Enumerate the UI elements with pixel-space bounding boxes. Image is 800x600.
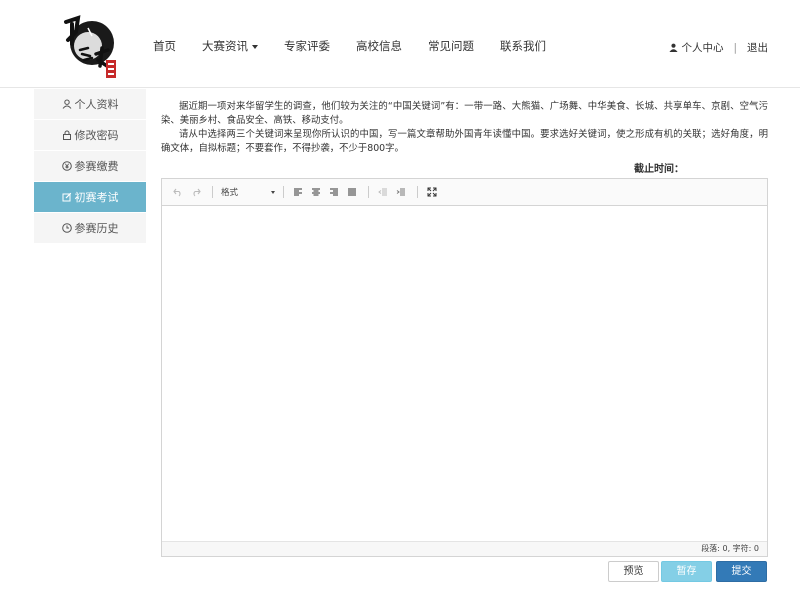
edit-icon (62, 192, 71, 202)
editor-status-bar: 段落: 0, 字符: 0 (162, 541, 767, 556)
nav-faq[interactable]: 常见问题 (428, 38, 474, 54)
nav-contact[interactable]: 联系我们 (500, 38, 546, 54)
main-nav: 首页 大赛资讯 专家评委 高校信息 常见问题 联系我们 (140, 38, 559, 54)
sidebar-item-profile[interactable]: 个人资料 (34, 89, 146, 120)
align-justify-icon[interactable] (344, 184, 360, 200)
fullscreen-icon[interactable] (424, 184, 440, 200)
align-center-icon[interactable] (308, 184, 324, 200)
sidebar-item-label: 初赛考试 (74, 190, 119, 204)
toolbar-divider (283, 186, 284, 198)
deadline-label: 截止时间： (634, 164, 684, 175)
format-select[interactable]: 格式 (219, 184, 277, 200)
editor-toolbar: 格式 (162, 179, 767, 206)
undo-icon[interactable] (170, 184, 186, 200)
user-center-label: 个人中心 (681, 42, 724, 54)
toolbar-divider (417, 186, 418, 198)
user-icon (669, 43, 679, 52)
essay-prompt: 据近期一项对来华留学生的调查，他们较为关注的“中国关键词”有：一带一路、大熊猫、… (161, 100, 768, 156)
sidebar-item-payment[interactable]: 参赛缴费 (34, 151, 146, 182)
nav-home[interactable]: 首页 (153, 38, 176, 54)
nav-judges[interactable]: 专家评委 (284, 38, 330, 54)
redo-icon[interactable] (188, 184, 204, 200)
logout-link[interactable]: 退出 (747, 40, 768, 55)
sidebar-item-label: 参赛历史 (74, 221, 119, 235)
chevron-down-icon (271, 190, 275, 194)
sidebar-item-label: 参赛缴费 (74, 159, 119, 173)
outdent-icon[interactable] (375, 184, 391, 200)
exam-content: 据近期一项对来华留学生的调查，他们较为关注的“中国关键词”有：一带一路、大熊猫、… (161, 100, 768, 175)
prompt-paragraph: 请从中选择两三个关键词来呈现你所认识的中国，写一篇文章帮助外国青年读懂中国。要求… (161, 129, 768, 154)
nav-news[interactable]: 大赛资讯 (202, 38, 258, 54)
user-center-link[interactable]: 个人中心 (669, 40, 723, 55)
save-draft-button[interactable]: 暂存 (661, 561, 712, 582)
logo[interactable] (58, 10, 120, 80)
essay-text-area[interactable] (162, 207, 767, 541)
preview-button[interactable]: 预览 (608, 561, 659, 582)
sidebar-item-preliminary-exam[interactable]: 初赛考试 (34, 182, 146, 213)
nav-universities[interactable]: 高校信息 (356, 38, 402, 54)
sidebar-item-label: 修改密码 (74, 128, 119, 142)
sidebar: 个人资料 修改密码 参赛缴费 初赛考试 参赛历史 (34, 89, 146, 244)
align-left-icon[interactable] (290, 184, 306, 200)
toolbar-divider (212, 186, 213, 198)
yen-circle-icon (61, 161, 72, 171)
prompt-paragraph: 据近期一项对来华留学生的调查，他们较为关注的“中国关键词”有：一带一路、大熊猫、… (161, 101, 768, 126)
submit-button[interactable]: 提交 (716, 561, 767, 582)
sidebar-item-history[interactable]: 参赛历史 (34, 213, 146, 244)
indent-icon[interactable] (393, 184, 409, 200)
user-area: 个人中心 | 退出 (669, 40, 768, 55)
format-select-label: 格式 (221, 188, 239, 198)
top-header: 首页 大赛资讯 专家评委 高校信息 常见问题 联系我们 个人中心 | 退出 (0, 0, 800, 88)
clock-icon (61, 223, 72, 233)
user-icon (62, 99, 71, 109)
toolbar-divider (368, 186, 369, 198)
nav-news-label: 大赛资讯 (202, 39, 248, 53)
lock-icon (62, 130, 71, 140)
divider: | (733, 41, 737, 54)
sidebar-item-password[interactable]: 修改密码 (34, 120, 146, 151)
chevron-down-icon (252, 44, 258, 49)
sidebar-item-label: 个人资料 (74, 97, 119, 111)
align-right-icon[interactable] (326, 184, 342, 200)
rich-text-editor: 格式 段落: 0, 字符: 0 (161, 178, 768, 557)
